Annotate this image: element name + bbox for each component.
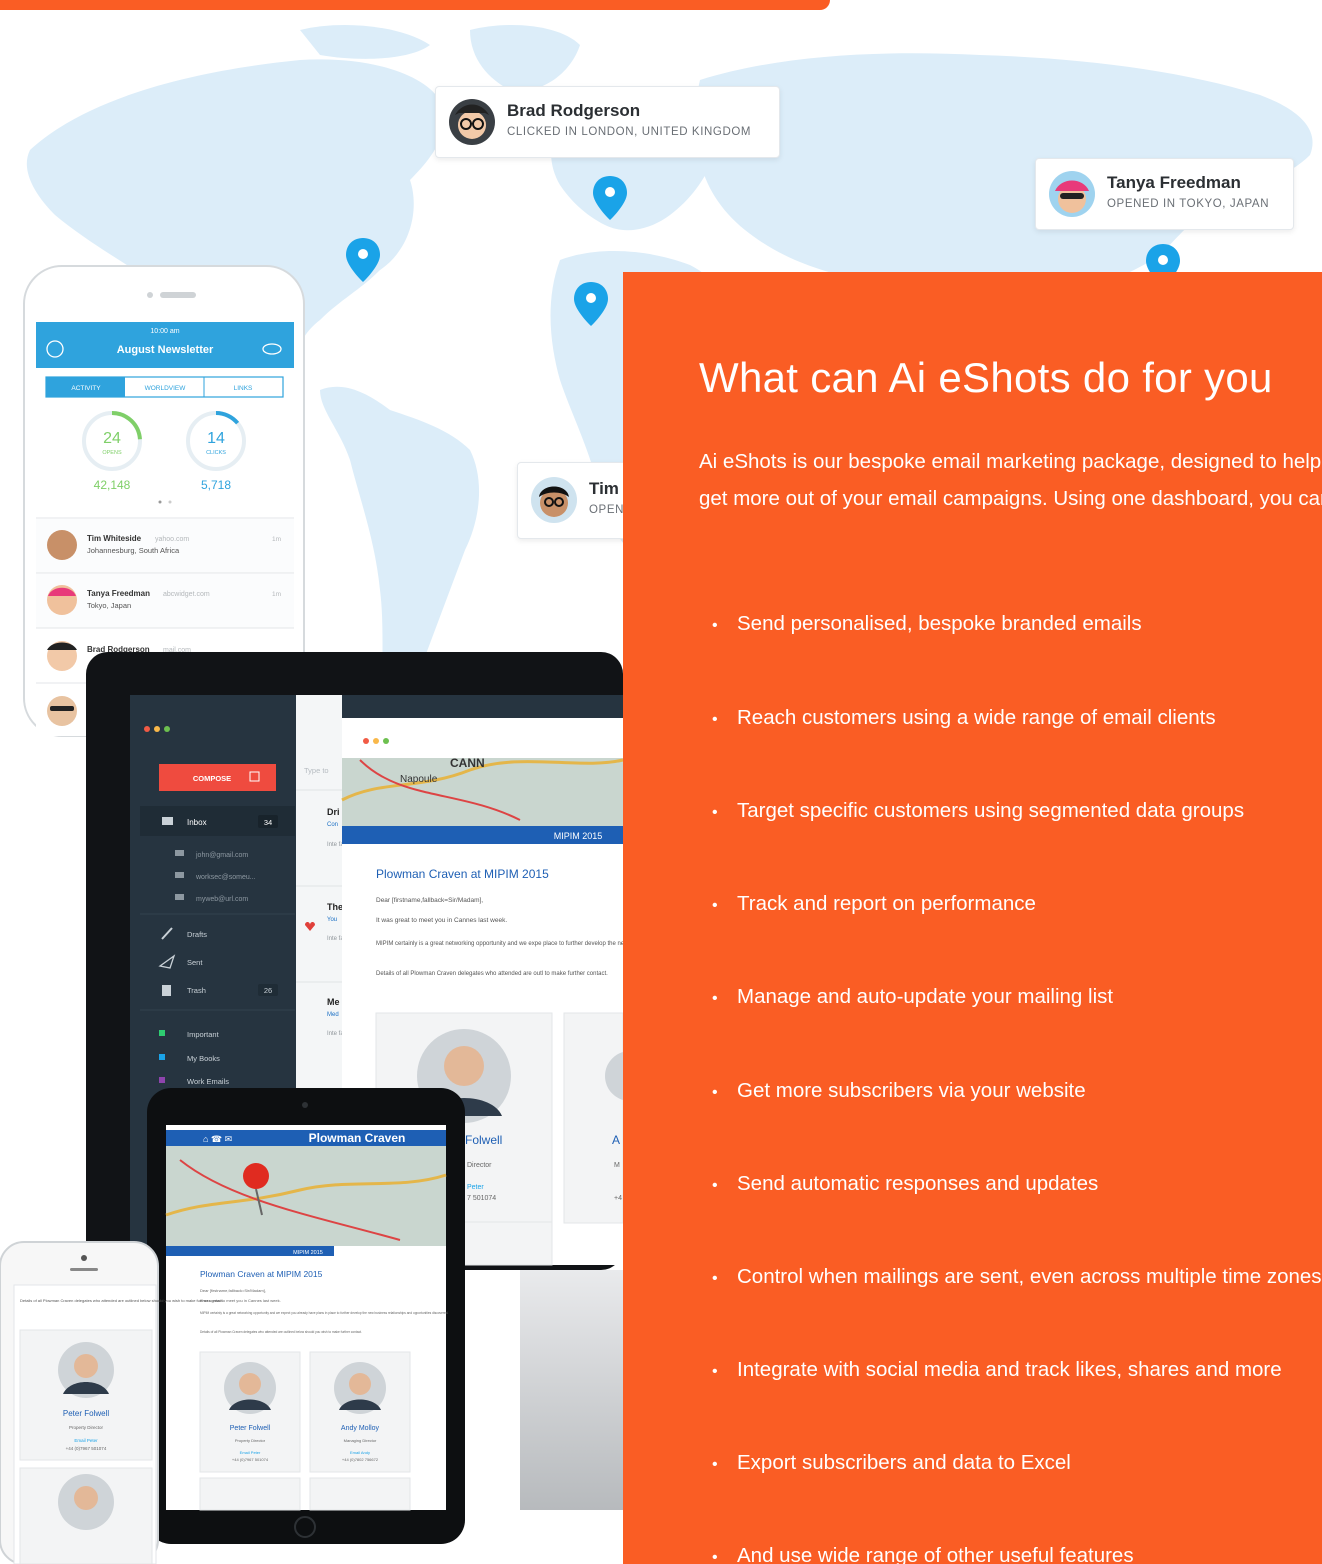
feature-item: Get more subscribers via your website — [712, 1079, 1086, 1106]
tablet-brand: Plowman Craven — [309, 1131, 406, 1145]
feature-item: Control when mailings are sent, even acr… — [712, 1265, 1322, 1292]
contact-location: Tokyo, Japan — [87, 601, 131, 610]
trash-count: 26 — [264, 986, 272, 995]
feature-item: Send automatic responses and updates — [712, 1172, 1098, 1199]
app-title: August Newsletter — [117, 344, 214, 356]
label-item: My Books — [187, 1054, 220, 1063]
sidebar-item-drafts: Drafts — [187, 930, 207, 939]
contact-name: Tim Whiteside — [87, 534, 142, 543]
message-sub: Con — [327, 822, 338, 828]
message-title: The — [327, 902, 343, 912]
message-sub: Med — [327, 1012, 339, 1018]
feature-item: Target specific customers using segmente… — [712, 799, 1244, 826]
clicks-label: CLICKS — [206, 450, 226, 456]
compose-button: COMPOSE — [193, 774, 231, 783]
panel-intro: Ai eShots is our bespoke email marketing… — [699, 450, 1322, 510]
message-sub: You — [327, 917, 337, 923]
tablet-nav-icons: ⌂ ☎ ✉ — [203, 1134, 232, 1144]
tablet-line: MIPIM certainly is a great networking op… — [200, 1311, 449, 1315]
feature-item: Reach customers using a wide range of em… — [712, 706, 1216, 733]
tablet-heading: Plowman Craven at MIPIM 2015 — [200, 1269, 323, 1279]
tablet-person-role: Managing Director — [344, 1438, 377, 1443]
tablet-person-email: Email Peter — [240, 1450, 261, 1455]
person-phone: 7 501074 — [467, 1195, 496, 1202]
status-time: 10:00 am — [150, 328, 179, 335]
email-heading: Plowman Craven at MIPIM 2015 — [376, 867, 549, 881]
small-phone-person-email: Email Peter — [74, 1438, 98, 1443]
person-email: Peter — [467, 1184, 484, 1191]
tablet-person-email: Email Andy — [350, 1450, 370, 1455]
tablet-person-role: Property Director — [235, 1438, 266, 1443]
contact-email: abcwidget.com — [163, 591, 210, 598]
tablet-app-mockup: ⌂ ☎ ✉ Plowman Craven MIPIM 2015 Plowman … — [147, 1088, 465, 1544]
clicks-pct: 14 — [207, 430, 225, 447]
contact-name: Tanya Freedman — [87, 589, 150, 598]
contact-location: Johannesburg, South Africa — [87, 546, 180, 555]
label-item: Important — [187, 1030, 220, 1039]
opens-label: OPENS — [102, 450, 122, 456]
tablet-person-name: Andy Molloy — [341, 1425, 380, 1432]
email-map-text: Napoule — [400, 774, 438, 785]
tab-links: LINKS — [234, 385, 253, 392]
panel-heading: What can Ai eShots do for you — [699, 354, 1273, 401]
person-phone: +4 — [614, 1195, 622, 1202]
tablet-person-phone: +44 (0)7967 501074 — [232, 1457, 269, 1462]
person-name: A — [612, 1133, 620, 1147]
feature-item: And use wide range of other useful featu… — [712, 1544, 1134, 1564]
email-line: It was great to meet you in Cannes last … — [376, 917, 507, 924]
sidebar-item-trash: Trash — [187, 986, 206, 995]
feature-item: Send personalised, bespoke branded email… — [712, 612, 1142, 639]
feature-item: Track and report on performance — [712, 892, 1036, 919]
clicks-count: 5,718 — [201, 478, 231, 492]
email-greeting: Dear [firstname,fallback=Sir/Madam], — [376, 897, 483, 904]
email-banner: MIPIM 2015 — [554, 831, 603, 841]
small-phone-person-role: Property Director — [69, 1425, 104, 1430]
contact-time: 1m — [272, 536, 281, 543]
person-role: Director — [467, 1162, 492, 1169]
message-title: Me — [327, 997, 340, 1007]
opens-pct: 24 — [103, 430, 121, 447]
tablet-person-name: Peter Folwell — [230, 1425, 271, 1432]
sidebar-item-sent: Sent — [187, 958, 203, 967]
email-line: Details of all Plowman Craven delegates … — [376, 971, 608, 977]
email-map-text: CANN — [450, 756, 485, 770]
account-item: myweb@url.com — [196, 896, 248, 903]
sidebar-item-inbox: Inbox — [187, 818, 207, 827]
label-item: Work Emails — [187, 1077, 229, 1086]
feature-item: Integrate with social media and track li… — [712, 1358, 1282, 1385]
tab-worldview: WORLDVIEW — [145, 385, 187, 392]
message-title: Dri — [327, 807, 340, 817]
small-phone-text: Details of all Plowman Craven delegates … — [20, 1298, 223, 1303]
contact-email: yahoo.com — [155, 536, 189, 543]
inbox-count: 34 — [264, 818, 272, 827]
feature-item: Export subscribers and data to Excel — [712, 1451, 1071, 1478]
tablet-greeting: Dear [firstname,fallback=Sir/Madam], — [200, 1288, 266, 1293]
account-item: john@gmail.com — [195, 852, 248, 859]
small-phone-person-name: Peter Folwell — [63, 1409, 109, 1418]
small-phone-person-phone: +44 (0)7967 501074 — [66, 1446, 107, 1451]
tab-activity: ACTIVITY — [71, 385, 101, 392]
tablet-person-phone: +44 (0)7802 756672 — [342, 1457, 379, 1462]
person-name: Folwell — [465, 1133, 502, 1147]
search-input: Type to — [304, 766, 329, 775]
person-role: M — [614, 1162, 620, 1169]
tablet-line: Details of all Plowman Craven delegates … — [200, 1330, 362, 1334]
feature-item: Manage and auto-update your mailing list — [712, 985, 1113, 1012]
features-panel: What can Ai eShots do for you Ai eShots … — [623, 272, 1322, 1564]
opens-count: 42,148 — [94, 478, 131, 492]
tablet-banner: MIPIM 2015 — [293, 1250, 323, 1256]
contact-time: 1m — [272, 591, 281, 598]
account-item: worksec@someu... — [195, 874, 256, 881]
